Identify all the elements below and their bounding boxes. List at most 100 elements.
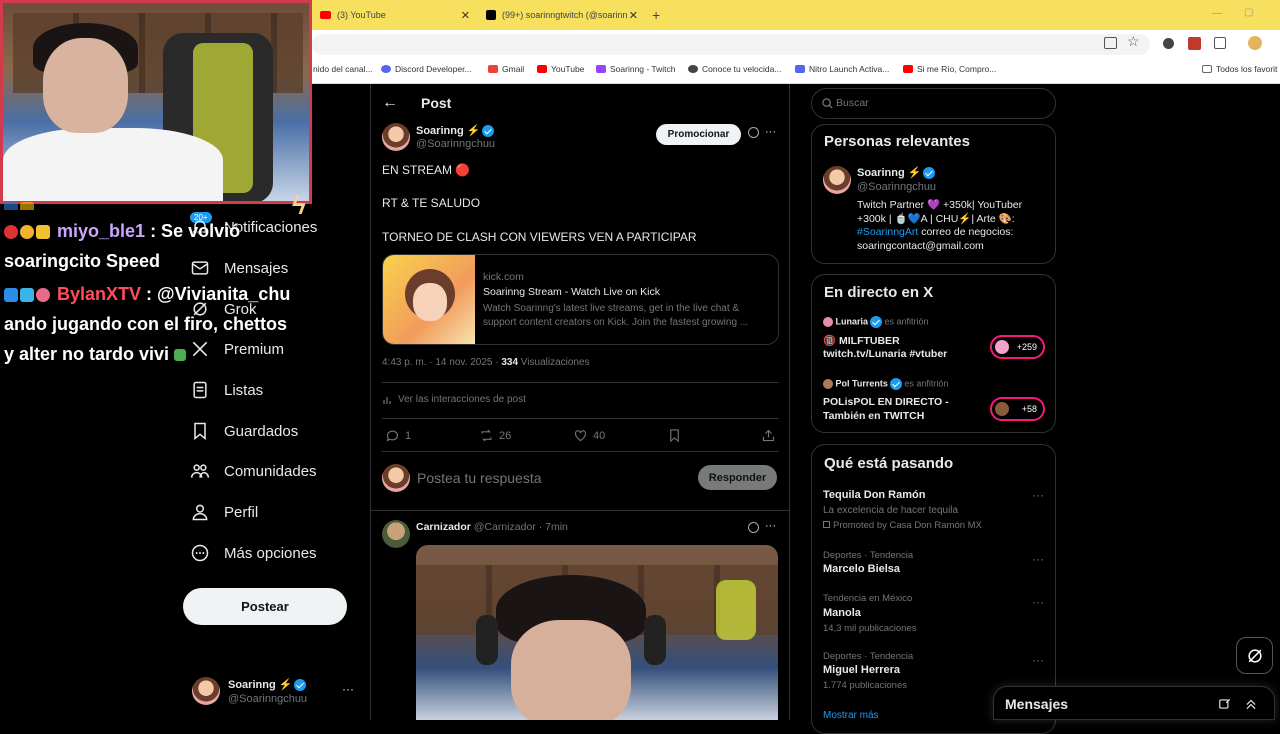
trend-name[interactable]: Tequila Don Ramón xyxy=(823,489,925,501)
reply-author-row[interactable]: Carnizador @Carnizador · 7min xyxy=(416,521,568,533)
nav-comunidades[interactable]: Comunidades xyxy=(190,457,317,485)
bookmark-action[interactable] xyxy=(667,428,682,443)
profile-avatar-icon[interactable] xyxy=(1248,36,1262,50)
reply-input[interactable]: Postea tu respuesta xyxy=(417,470,542,486)
avatar[interactable] xyxy=(382,520,410,548)
verified-badge-icon xyxy=(870,316,883,328)
relevant-name-row[interactable]: Soarinng ⚡ xyxy=(857,166,936,180)
analytics-icon xyxy=(383,396,391,404)
link-card[interactable]: kick.com Soarinng Stream - Watch Live on… xyxy=(382,254,779,345)
new-message-icon[interactable] xyxy=(1218,697,1232,711)
nav-perfil[interactable]: Perfil xyxy=(190,498,258,526)
more-icon[interactable]: ··· xyxy=(1032,595,1044,609)
show-more-link[interactable]: Mostrar más xyxy=(823,710,879,721)
live-title[interactable]: twitch.tv/Lunaria #vtuber xyxy=(823,348,947,360)
live-host-row[interactable]: Pol Turrents es anfitrión xyxy=(823,378,948,390)
tab-twitter[interactable]: (99+) soarinngtwitch (@soarinn ✕ xyxy=(486,4,638,26)
nav-premium[interactable]: Premium xyxy=(190,335,284,363)
reply-button[interactable]: Responder xyxy=(698,465,777,490)
interactions-label: Ver las interacciones de post xyxy=(398,394,526,405)
star-icon[interactable]: ☆ xyxy=(1127,33,1140,50)
install-app-icon[interactable] xyxy=(1104,37,1117,49)
bookmark-item[interactable]: YouTube xyxy=(537,64,584,74)
expand-chevron-icon[interactable] xyxy=(1244,697,1258,711)
repost-action[interactable]: 26 xyxy=(479,428,511,443)
more-icon[interactable]: ··· xyxy=(1032,552,1044,566)
bookmark-item[interactable]: Soarinng - Twitch xyxy=(596,64,676,74)
nav-listas[interactable]: Listas xyxy=(190,376,263,404)
search-input[interactable]: Buscar xyxy=(811,88,1056,119)
share-action[interactable] xyxy=(761,428,776,443)
messages-drawer[interactable]: Mensajes xyxy=(993,686,1275,720)
trend-name[interactable]: Marcelo Bielsa xyxy=(823,563,900,575)
extension-icon[interactable] xyxy=(1188,37,1201,50)
more-icon[interactable]: ··· xyxy=(1032,488,1044,502)
minimize-icon[interactable]: — xyxy=(1212,8,1222,19)
chat-badge-icon xyxy=(20,225,34,240)
close-tab-icon[interactable]: ✕ xyxy=(629,9,638,22)
promote-button[interactable]: Promocionar xyxy=(656,124,741,145)
post-button[interactable]: Postear xyxy=(183,588,347,625)
like-count: 40 xyxy=(593,429,606,442)
nav-mensajes[interactable]: Mensajes xyxy=(190,254,288,282)
tab-youtube[interactable]: (3) YouTube ✕ xyxy=(320,4,470,26)
divider xyxy=(382,451,779,452)
bookmark-label: YouTube xyxy=(551,64,585,74)
heart-icon xyxy=(574,430,587,442)
extension-icon[interactable] xyxy=(1163,38,1174,49)
nav-mas-opciones[interactable]: Más opciones xyxy=(190,539,317,567)
more-icon[interactable]: ··· xyxy=(765,520,776,532)
more-icon[interactable]: ··· xyxy=(765,126,776,138)
trend-name[interactable]: Manola xyxy=(823,607,861,619)
live-listeners-badge[interactable]: +58 xyxy=(990,397,1045,421)
share-icon xyxy=(762,429,775,442)
close-tab-icon[interactable]: ✕ xyxy=(461,9,470,22)
live-title[interactable]: 🔞 MILFTUBER xyxy=(823,334,900,347)
relevant-handle[interactable]: @Soarinngchuu xyxy=(857,181,936,193)
live-host-name: Lunaria xyxy=(835,316,869,327)
avatar xyxy=(192,677,220,705)
nav-guardados[interactable]: Guardados xyxy=(190,417,298,445)
bookmark-item[interactable]: Conoce tu velocida... xyxy=(688,64,781,74)
bookmark-item[interactable]: Gmail xyxy=(488,64,524,74)
live-title[interactable]: POLisPOL EN DIRECTO - xyxy=(823,396,949,408)
back-arrow-icon[interactable]: ← xyxy=(382,94,398,112)
link-card-domain: kick.com xyxy=(483,271,524,283)
new-tab-button[interactable]: + xyxy=(652,4,660,26)
bookmark-item[interactable]: Si me Río, Compro... xyxy=(903,64,996,74)
author-name-row[interactable]: Soarinng ⚡ xyxy=(416,124,495,138)
avatar[interactable] xyxy=(382,123,410,151)
post-timestamp: 4:43 p. m. · 14 nov. 2025 · xyxy=(382,357,502,368)
hashtag-link[interactable]: #SoarinngArt xyxy=(857,226,918,238)
grok-icon xyxy=(1247,648,1262,663)
chat-line: miyo_ble1 : Se volvió xyxy=(4,221,240,242)
reply-action[interactable]: 1 xyxy=(385,428,411,443)
bookmark-item[interactable]: nido del canal... xyxy=(313,64,373,74)
divider xyxy=(382,418,779,419)
trend-name[interactable]: Miguel Herrera xyxy=(823,664,900,676)
reply-media-image[interactable] xyxy=(416,545,778,720)
card-title: Personas relevantes xyxy=(824,133,970,150)
more-icon[interactable]: ··· xyxy=(1032,653,1044,667)
trend-subtitle: La excelencia de hacer tequila xyxy=(823,505,959,516)
avatar[interactable] xyxy=(823,166,851,194)
bookmark-item[interactable]: Nitro Launch Activa... xyxy=(795,64,889,74)
search-placeholder: Buscar xyxy=(836,97,869,109)
maximize-icon[interactable]: ▢ xyxy=(1244,7,1253,18)
grok-icon[interactable] xyxy=(748,127,759,138)
avatar xyxy=(382,464,410,492)
grok-icon[interactable] xyxy=(748,522,759,533)
reply-author-meta: @Carnizador · 7min xyxy=(473,521,568,533)
puzzle-icon[interactable] xyxy=(1214,37,1226,49)
grok-button[interactable] xyxy=(1236,637,1273,674)
live-title[interactable]: También en TWITCH xyxy=(823,410,924,422)
all-bookmarks-folder[interactable]: Todos los favorit xyxy=(1202,64,1277,74)
bookmark-item[interactable]: Discord Developer... xyxy=(381,64,472,74)
author-handle[interactable]: @Soarinngchuu xyxy=(416,138,495,150)
like-action[interactable]: 40 xyxy=(573,428,605,443)
post-interactions-link[interactable]: Ver las interacciones de post xyxy=(383,394,526,405)
live-listeners-badge[interactable]: +259 xyxy=(990,335,1045,359)
url-input[interactable] xyxy=(312,34,1150,55)
more-icon[interactable]: ··· xyxy=(342,682,354,696)
live-host-row[interactable]: Lunaria es anfitrión xyxy=(823,316,929,328)
